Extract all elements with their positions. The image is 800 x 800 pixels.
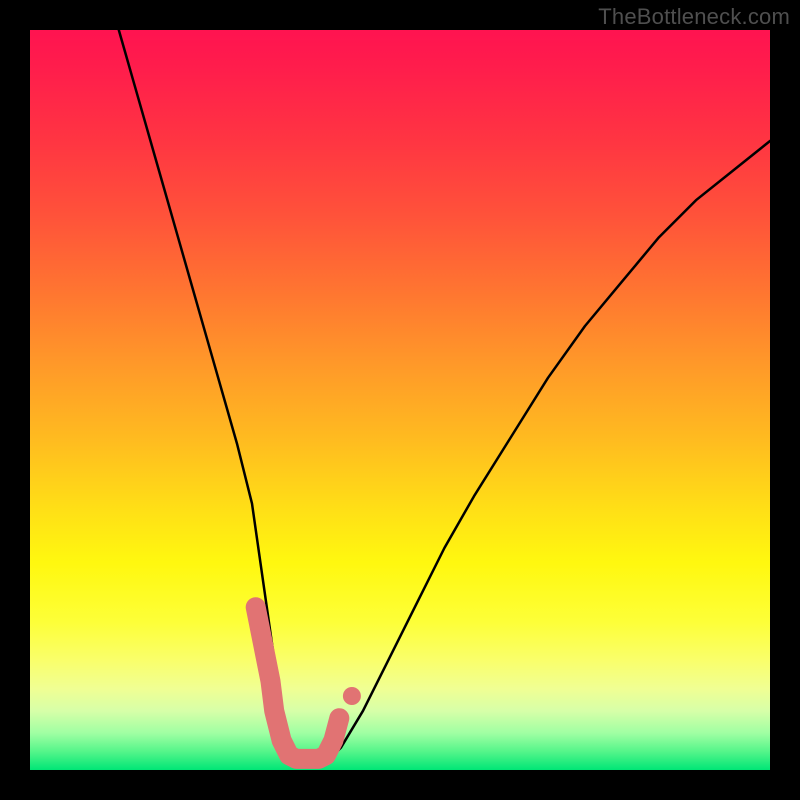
highlight-dot (343, 687, 361, 705)
frame-border (0, 770, 800, 800)
frame-border (770, 0, 800, 800)
frame-border (0, 0, 30, 800)
plot-background (30, 30, 770, 770)
chart-frame: TheBottleneck.com (0, 0, 800, 800)
watermark-text: TheBottleneck.com (598, 4, 790, 30)
bottleneck-chart (0, 0, 800, 800)
